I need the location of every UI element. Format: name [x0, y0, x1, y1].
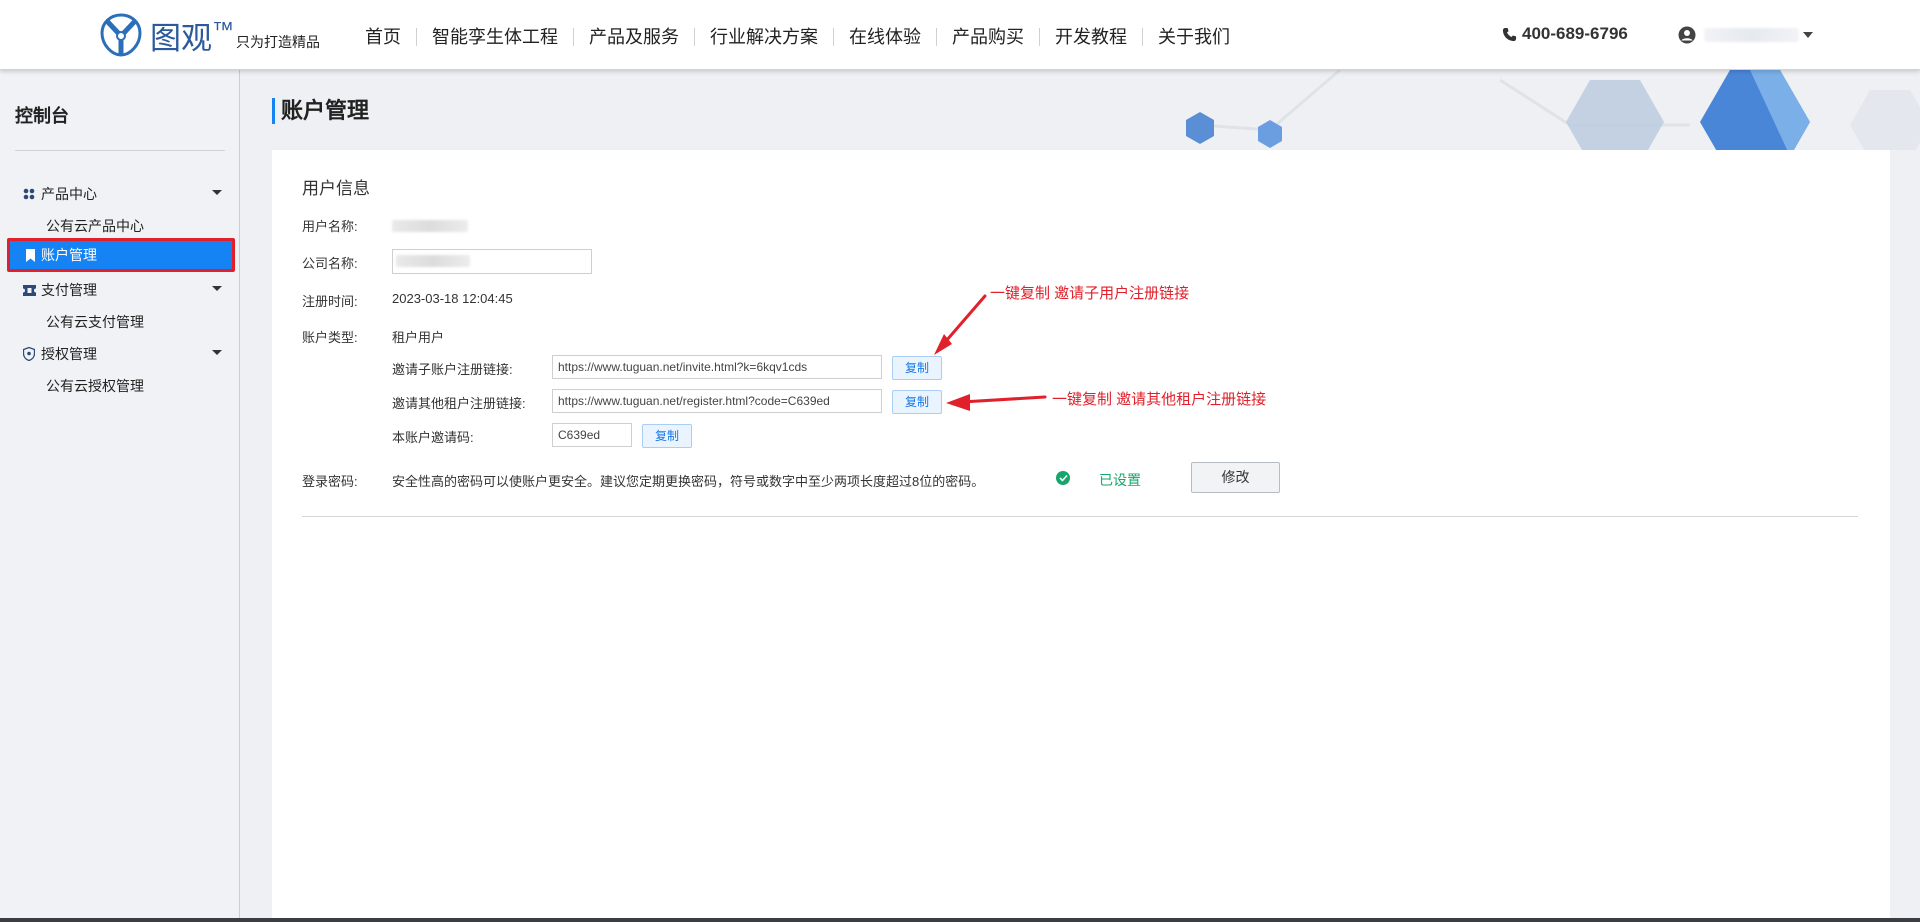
bookmark-icon	[25, 248, 36, 262]
registration-time-value: 2023-03-18 12:04:45	[392, 291, 513, 306]
phone-number: 400-689-6796	[1522, 24, 1628, 43]
password-status: 已设置	[1099, 472, 1141, 488]
sidebar-group-payment[interactable]: 支付管理	[22, 280, 222, 300]
copy-invite-code-button[interactable]: 复制	[642, 424, 692, 448]
username-value-redacted	[392, 220, 468, 232]
expand-arrow-icon	[212, 350, 222, 355]
ticket-icon	[22, 283, 36, 297]
invite-sub-account-link-field[interactable]: https://www.tuguan.net/invite.html?k=6kq…	[552, 355, 882, 379]
password-label: 登录密码:	[302, 474, 358, 489]
section-title: 用户信息	[302, 179, 370, 198]
copy-sub-account-link-button[interactable]: 复制	[892, 356, 942, 380]
chevron-down-icon	[1803, 32, 1813, 38]
copy-tenant-link-button[interactable]: 复制	[892, 390, 942, 414]
sidebar-group-label: 支付管理	[41, 282, 97, 298]
nav-tutorials[interactable]: 开发教程	[1040, 26, 1142, 48]
top-header: 图观 ™ 只为打造精品 首页 智能孪生体工程 产品及服务 行业解决方案 在线体验…	[0, 0, 1920, 70]
sidebar-item-public-cloud-authorization[interactable]: 公有云授权管理	[46, 376, 144, 396]
decorative-molecule-illustration	[1186, 70, 1920, 150]
sidebar-item-public-cloud-products[interactable]: 公有云产品中心	[46, 216, 144, 236]
invite-tenant-link-field[interactable]: https://www.tuguan.net/register.html?cod…	[552, 389, 882, 413]
sidebar-title: 控制台	[15, 106, 69, 126]
annotation-tenant-link: 一键复制 邀请其他租户注册链接	[1052, 391, 1267, 408]
nav-about[interactable]: 关于我们	[1143, 26, 1245, 48]
shield-icon	[22, 347, 36, 361]
logo-slogan: 只为打造精品	[236, 34, 320, 50]
user-menu[interactable]	[1678, 26, 1813, 44]
sidebar-item-account-management[interactable]: 账户管理	[7, 238, 235, 272]
logo-icon	[100, 13, 142, 57]
phone-contact: 400-689-6796	[1502, 24, 1628, 44]
logo[interactable]: 图观 ™ 只为打造精品	[98, 12, 320, 58]
nav-digital-twin[interactable]: 智能孪生体工程	[417, 26, 573, 48]
nav-online-demo[interactable]: 在线体验	[834, 26, 936, 48]
grid-icon	[22, 187, 36, 201]
invite-sub-account-label: 邀请子账户注册链接:	[392, 362, 513, 377]
registration-time-label: 注册时间:	[302, 294, 358, 309]
password-hint: 安全性高的密码可以使账户更安全。建议您定期更换密码，符号或数字中至少两项长度超过…	[392, 474, 985, 489]
taskbar-edge	[0, 918, 1920, 922]
logo-trademark: ™	[212, 17, 234, 42]
sidebar-group-authorization[interactable]: 授权管理	[22, 344, 222, 364]
annotation-sub-link: 一键复制 邀请子用户注册链接	[990, 285, 1190, 302]
username-redacted	[1704, 28, 1799, 42]
sidebar-active-label: 账户管理	[41, 247, 97, 263]
username-label: 用户名称:	[302, 219, 358, 234]
company-value-redacted	[396, 255, 470, 267]
sidebar-divider	[15, 150, 225, 151]
logo-name: 图观	[150, 21, 212, 57]
section-divider	[302, 516, 1858, 517]
account-type-label: 账户类型:	[302, 330, 358, 345]
modify-password-button[interactable]: 修改	[1191, 462, 1280, 493]
nav-products[interactable]: 产品及服务	[574, 26, 694, 48]
sidebar-item-public-cloud-payment[interactable]: 公有云支付管理	[46, 312, 144, 332]
sidebar-group-label: 产品中心	[41, 186, 97, 202]
check-circle-icon	[1056, 471, 1070, 485]
user-avatar-icon	[1678, 26, 1696, 44]
account-type-value: 租户用户	[392, 330, 445, 345]
page-title: 账户管理	[272, 98, 369, 124]
expand-arrow-icon	[212, 190, 222, 195]
nav-solutions[interactable]: 行业解决方案	[695, 26, 833, 48]
invite-code-label: 本账户邀请码:	[392, 430, 474, 445]
sidebar: 控制台 产品中心 公有云产品中心 账户管理 支付管理 公有云支付管理 授权管理 …	[0, 70, 240, 922]
phone-icon	[1502, 27, 1517, 41]
main-nav: 首页 智能孪生体工程 产品及服务 行业解决方案 在线体验 产品购买 开发教程 关…	[350, 24, 1245, 50]
sidebar-group-label: 授权管理	[41, 346, 97, 362]
company-label: 公司名称:	[302, 256, 358, 271]
sidebar-group-products[interactable]: 产品中心	[22, 184, 222, 204]
nav-home[interactable]: 首页	[350, 26, 416, 48]
expand-arrow-icon	[212, 286, 222, 291]
nav-purchase[interactable]: 产品购买	[937, 26, 1039, 48]
invite-tenant-label: 邀请其他租户注册链接:	[392, 396, 526, 411]
invite-code-field[interactable]: C639ed	[552, 423, 632, 447]
